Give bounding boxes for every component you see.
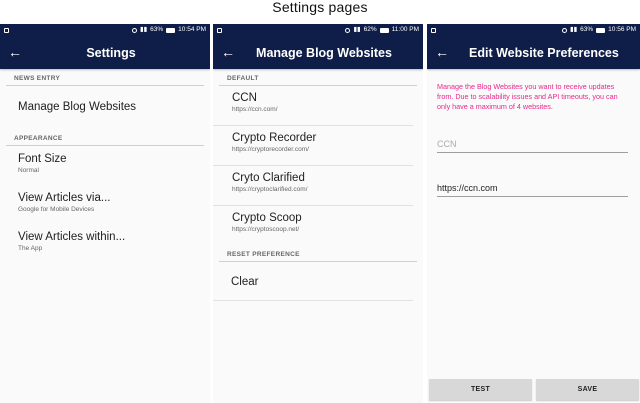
test-button[interactable]: TEST [429,379,532,400]
site-item-crypto-scoop[interactable]: Crypto Scoop https://cryptoscoop.net/ [213,206,423,245]
notification-icon [217,27,222,33]
pref-summary: Google for Mobile Devices [18,206,95,213]
website-url-input[interactable] [437,183,628,193]
status-bar: ▮▮ 63% 10:56 PM [427,24,640,36]
pref-view-articles-within[interactable]: View Articles within... The App [0,224,210,263]
battery-icon [596,27,606,33]
battery-percent: 63% [580,26,594,33]
sync-icon [132,27,137,33]
settings-screen: ▮▮ 63% 10:54 PM ← Settings NEWS ENTRY Ma… [0,24,210,403]
clock: 10:54 PM [178,26,206,33]
site-url: https://ccn.com/ [232,106,278,113]
back-arrow-icon[interactable]: ← [427,36,457,69]
pref-title: Font Size [18,153,67,165]
status-bar: ▮▮ 62% 11:00 PM [213,24,423,36]
pref-title: Manage Blog Websites [18,101,137,113]
pref-manage-blog-websites[interactable]: Manage Blog Websites [0,86,210,129]
site-item-crypto-recorder[interactable]: Crypto Recorder https://cryptorecorder.c… [213,126,423,165]
clear-preference-item[interactable]: Clear [213,262,423,300]
sync-icon [345,27,351,33]
edit-form: Manage the Blog Websites you want to rec… [427,69,640,197]
toolbar: ← Settings [0,36,210,69]
category-reset-preference: RESET PREFERENCE [227,251,300,258]
site-title: CCN [232,92,257,104]
website-name-input[interactable] [437,139,628,149]
back-arrow-icon[interactable]: ← [0,36,30,69]
battery-icon [166,27,176,33]
sites-list: DEFAULT CCN https://ccn.com/ Crypto Reco… [213,69,423,301]
battery-percent: 63% [150,26,164,33]
site-title: Crypto Recorder [232,132,317,144]
site-url: https://cryptoscoop.net/ [232,226,300,233]
toolbar-title: Edit Website Preferences [469,45,619,60]
toolbar: ← Manage Blog Websites [213,36,423,69]
pref-view-articles-via[interactable]: View Articles via... Google for Mobile D… [0,185,210,224]
status-right: ▮▮ 63% 10:54 PM [132,24,206,36]
notification-icon [431,27,436,33]
category-default: DEFAULT [227,75,259,82]
site-url: https://cryptoclarified.com/ [232,186,308,193]
category-appearance: APPEARANCE [14,135,63,142]
signal-icon: ▮▮ [140,26,148,33]
status-right: ▮▮ 62% 11:00 PM [345,24,419,36]
pref-summary: The App [18,245,43,252]
page-title: Settings pages [272,0,368,15]
signal-icon: ▮▮ [353,26,361,33]
pref-summary: Normal [18,167,39,174]
status-left [217,24,222,36]
pref-font-size[interactable]: Font Size Normal [0,146,210,185]
site-item-cryto-clarified[interactable]: Cryto Clarified https://cryptoclarified.… [213,166,423,205]
description-text: Manage the Blog Websites you want to rec… [437,82,618,111]
back-arrow-icon[interactable]: ← [213,36,243,69]
website-name-field[interactable] [437,135,628,153]
website-url-field[interactable] [437,179,628,197]
settings-list: NEWS ENTRY Manage Blog Websites APPEARAN… [0,69,210,263]
button-row: TEST SAVE [427,379,640,403]
status-left [4,24,9,36]
status-right: ▮▮ 63% 10:56 PM [562,24,636,36]
site-title: Cryto Clarified [232,172,305,184]
site-url: https://cryptorecorder.com/ [232,146,309,153]
category-news-entry: NEWS ENTRY [14,75,61,82]
site-item-ccn[interactable]: CCN https://ccn.com/ [213,86,423,125]
list-divider [213,300,413,301]
save-button[interactable]: SAVE [536,379,639,400]
battery-icon [379,27,389,33]
site-title: Crypto Scoop [232,212,302,224]
pref-title: View Articles via... [18,192,111,204]
status-left [431,24,436,36]
toolbar-title: Settings [86,45,136,60]
signal-icon: ▮▮ [570,26,578,33]
toolbar-title: Manage Blog Websites [256,45,392,60]
manage-blog-websites-screen: ▮▮ 62% 11:00 PM ← Manage Blog Websites D… [213,24,423,403]
clock: 10:56 PM [608,26,636,33]
toolbar: ← Edit Website Preferences [427,36,640,69]
battery-percent: 62% [363,26,377,33]
clear-label: Clear [231,276,259,288]
sync-icon [562,27,567,33]
clock: 11:00 PM [391,26,419,33]
pref-title: View Articles within... [18,231,126,243]
edit-website-preferences-screen: ▮▮ 63% 10:56 PM ← Edit Website Preferenc… [427,24,640,403]
notification-icon [4,27,9,33]
status-bar: ▮▮ 63% 10:54 PM [0,24,210,36]
